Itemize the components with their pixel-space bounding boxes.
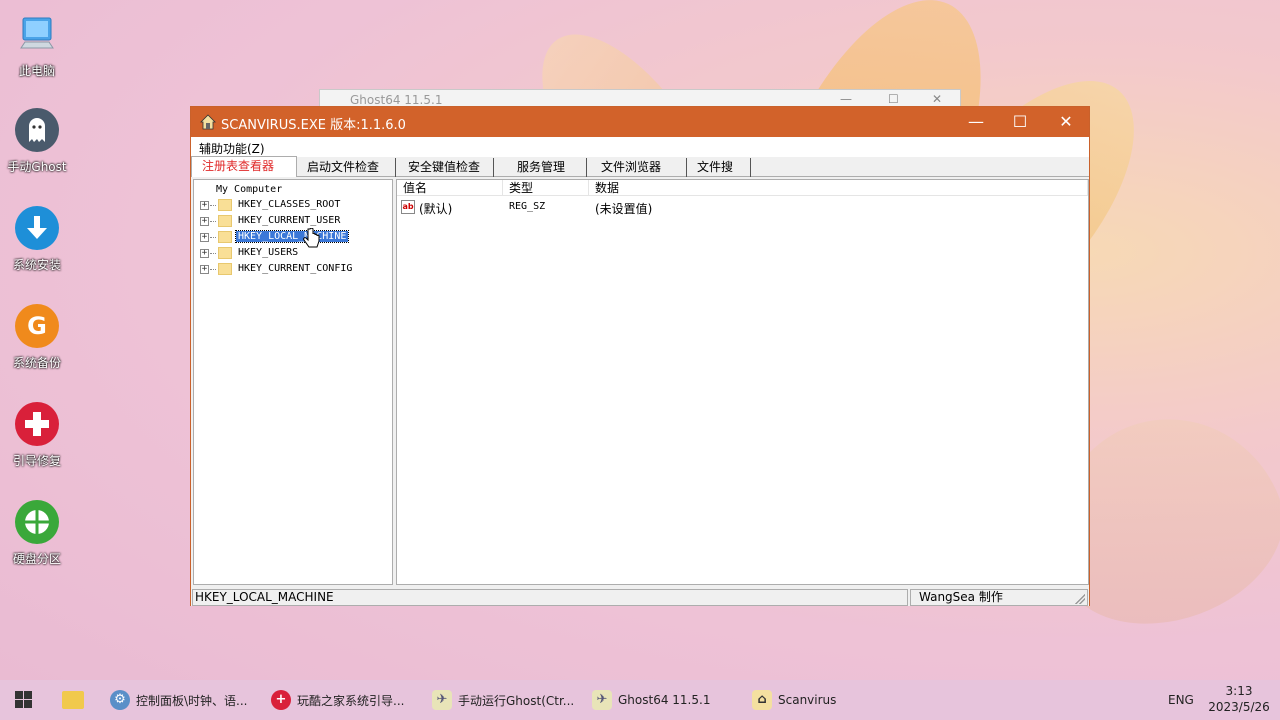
folder-icon — [218, 263, 232, 275]
background-window-title: Ghost64 11.5.1 — [350, 93, 443, 107]
window-title: SCANVIRUS.EXE 版本:1.1.6.0 — [221, 118, 406, 133]
desktop-icon-boot-repair[interactable]: 引导修复 — [6, 402, 68, 469]
tree-node-label[interactable]: HKEY_LOCAL_MACHINE — [234, 230, 350, 243]
ghost-run-icon: ✈ — [432, 690, 452, 710]
string-value-icon: ab — [401, 200, 415, 214]
folder-icon — [218, 215, 232, 227]
control-panel-icon: ⚙ — [110, 690, 130, 710]
hand-cursor-icon — [303, 228, 320, 248]
tab-file-browser[interactable]: 文件浏览器 — [591, 158, 687, 177]
taskbar-file-explorer[interactable] — [62, 680, 90, 720]
tree-node-label[interactable]: HKEY_CLASSES_ROOT — [236, 199, 342, 210]
maximize-button[interactable]: ☐ — [997, 107, 1043, 137]
desktop-icon-manual-ghost[interactable]: 手动Ghost — [6, 108, 68, 175]
registry-tree[interactable]: My Computer + HKEY_CLASSES_ROOT + HKEY_C… — [193, 179, 393, 585]
tab-service-manager[interactable]: 服务管理 — [507, 158, 587, 177]
desktop-icon-label: 硬盘分区 — [12, 552, 61, 566]
expand-icon[interactable]: + — [200, 249, 209, 258]
folder-icon — [62, 691, 84, 709]
taskbar-item-scanvirus[interactable]: ⌂ Scanvirus — [752, 680, 836, 720]
column-header-name[interactable]: 值名 — [397, 180, 503, 196]
tab-startup-check[interactable]: 启动文件检查 — [297, 158, 396, 177]
tree-node-label[interactable]: HKEY_USERS — [236, 247, 300, 258]
clock-date: 2023/5/26 — [1208, 700, 1270, 714]
desktop-icon-label: 引导修复 — [12, 454, 61, 468]
minimize-button[interactable]: — — [953, 107, 999, 137]
taskbar-item-label: 控制面板\时钟、语... — [136, 693, 248, 708]
tab-file-search[interactable]: 文件搜索 — [687, 158, 751, 193]
value-type: REG_SZ — [509, 201, 546, 212]
desktop-icon-this-pc[interactable]: 此电脑 — [6, 12, 68, 79]
status-author: WangSea 制作 — [910, 589, 1088, 606]
column-header-type[interactable]: 类型 — [503, 180, 589, 196]
scanvirus-icon: ⌂ — [752, 690, 772, 710]
plus-icon: + — [271, 690, 291, 710]
list-item[interactable]: ab (默认) REG_SZ (未设置值) — [397, 198, 1088, 216]
desktop-icon-label: 系统安装 — [12, 258, 61, 272]
expand-icon[interactable]: + — [200, 233, 209, 242]
expand-icon[interactable]: + — [200, 217, 209, 226]
start-button[interactable] — [0, 680, 48, 720]
close-button[interactable]: ✕ — [1043, 107, 1089, 137]
taskbar-item-label: 玩酷之家系统引导... — [297, 693, 405, 708]
computer-icon — [15, 12, 59, 56]
taskbar-item-label: Ghost64 11.5.1 — [618, 693, 711, 707]
taskbar-item-ghost64[interactable]: ✈ Ghost64 11.5.1 — [592, 680, 710, 720]
value-data: (未设置值) — [595, 202, 653, 216]
scanvirus-window: SCANVIRUS.EXE 版本:1.1.6.0 — ☐ ✕ 辅助功能(Z) 注… — [190, 106, 1090, 606]
tab-security-key-check[interactable]: 安全键值检查 — [398, 158, 494, 177]
status-bar: HKEY_LOCAL_MACHINE WangSea 制作 — [191, 588, 1089, 606]
clock[interactable]: 3:13 2023/5/26 — [1206, 680, 1272, 720]
folder-icon — [218, 231, 232, 243]
menu-item-tools[interactable]: 辅助功能(Z) — [199, 142, 265, 156]
taskbar-item-label: Scanvirus — [778, 693, 837, 707]
close-icon[interactable]: ✕ — [932, 92, 942, 106]
list-header: 值名 类型 数据 — [397, 180, 1088, 196]
value-name: (默认) — [419, 202, 453, 216]
app-house-icon — [200, 114, 216, 130]
windows-logo-icon — [15, 691, 23, 699]
taskbar-item-boot-tool[interactable]: + 玩酷之家系统引导... — [271, 680, 404, 720]
desktop-icon-disk-partition[interactable]: 硬盘分区 — [6, 500, 68, 567]
desktop-icon-label: 系统备份 — [12, 356, 61, 370]
status-path: HKEY_LOCAL_MACHINE — [192, 589, 908, 606]
tree-node-label[interactable]: HKEY_CURRENT_USER — [236, 215, 342, 226]
tree-root-my-computer[interactable]: My Computer — [216, 184, 282, 195]
clock-time: 3:13 — [1225, 684, 1253, 698]
plus-icon — [15, 402, 59, 446]
expand-icon[interactable]: + — [200, 201, 209, 210]
ghost-app-icon: ✈ — [592, 690, 612, 710]
folder-icon — [218, 199, 232, 211]
desktop-icon-label: 此电脑 — [18, 64, 55, 78]
taskbar-item-manual-ghost[interactable]: ✈ 手动运行Ghost(Ctr... — [432, 680, 574, 720]
download-icon — [15, 206, 59, 250]
menu-bar: 辅助功能(Z) — [191, 137, 1089, 157]
title-bar[interactable]: SCANVIRUS.EXE 版本:1.1.6.0 — ☐ ✕ — [191, 107, 1089, 137]
taskbar: ⚙ 控制面板\时钟、语... + 玩酷之家系统引导... ✈ 手动运行Ghost… — [0, 680, 1280, 720]
resize-grip-icon[interactable] — [1075, 594, 1085, 604]
ghost-icon — [15, 108, 59, 152]
tab-strip: 注册表查看器 启动文件检查 安全键值检查 服务管理 文件浏览器 文件搜索 — [191, 156, 1089, 193]
registry-values-list[interactable]: 值名 类型 数据 ab (默认) REG_SZ (未设置值) — [396, 179, 1089, 585]
g-icon: G — [15, 304, 59, 348]
taskbar-item-label: 手动运行Ghost(Ctr... — [458, 693, 575, 708]
desktop-icon-system-backup[interactable]: G 系统备份 — [6, 304, 68, 371]
taskbar-item-control-panel[interactable]: ⚙ 控制面板\时钟、语... — [110, 680, 248, 720]
folder-icon — [218, 247, 232, 259]
minimize-icon[interactable]: — — [840, 92, 852, 106]
language-indicator[interactable]: ENG — [1168, 680, 1194, 720]
maximize-icon[interactable]: ☐ — [888, 92, 899, 106]
column-header-data[interactable]: 数据 — [589, 180, 1088, 196]
desktop-icon-system-install[interactable]: 系统安装 — [6, 206, 68, 273]
tab-registry-viewer[interactable]: 注册表查看器 — [191, 156, 297, 177]
pie-icon — [15, 500, 59, 544]
tree-node-label[interactable]: HKEY_CURRENT_CONFIG — [236, 263, 354, 274]
expand-icon[interactable]: + — [200, 265, 209, 274]
desktop-icon-label: 手动Ghost — [7, 160, 67, 174]
